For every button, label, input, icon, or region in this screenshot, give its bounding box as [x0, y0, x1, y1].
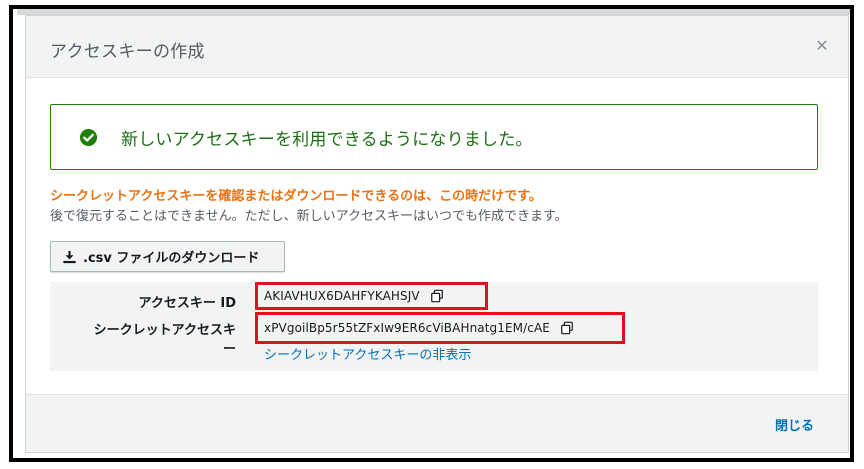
hide-secret-key-link[interactable]: シークレットアクセスキーの非表示: [264, 344, 471, 363]
close-icon[interactable]: ✕: [814, 38, 830, 54]
download-csv-button[interactable]: .csv ファイルのダウンロード: [50, 241, 285, 272]
access-key-id-value[interactable]: AKIAVHUX6DAHFYKAHSJV: [264, 289, 420, 303]
modal-title: アクセスキーの作成: [50, 42, 205, 62]
copy-icon[interactable]: [560, 321, 574, 335]
access-key-id-label: アクセスキー ID: [138, 296, 236, 311]
close-button[interactable]: 閉じる: [775, 415, 814, 434]
access-keys-panel: アクセスキー ID AKIAVHUX6DAHFYKAHSJV シークレットアクセ…: [50, 282, 818, 371]
modal-header: アクセスキーの作成 ✕: [26, 16, 848, 78]
check-circle-icon: [79, 128, 98, 147]
warning-text: シークレットアクセスキーを確認またはダウンロードできるのは、この時だけです。: [50, 189, 542, 204]
secret-key-label-continued: ー: [222, 342, 236, 357]
success-alert: 新しいアクセスキーを利用できるようになりました。: [50, 104, 818, 170]
download-csv-label: .csv ファイルのダウンロード: [83, 251, 260, 266]
download-icon: [63, 250, 76, 263]
secret-key-label: シークレットアクセスキ: [93, 323, 236, 338]
copy-icon[interactable]: [430, 289, 444, 303]
secret-key-value[interactable]: xPVgoilBp5r55tZFxIw9ER6cViBAHnatg1EM/cAE: [264, 321, 550, 335]
modal-footer: 閉じる: [26, 394, 848, 452]
secret-key-box: xPVgoilBp5r55tZFxIw9ER6cViBAHnatg1EM/cAE: [255, 312, 625, 344]
success-message: 新しいアクセスキーを利用できるようになりました。: [121, 130, 533, 150]
info-text: 後で復元することはできません。ただし、新しいアクセスキーはいつでも作成できます。: [50, 209, 568, 224]
access-key-id-box: AKIAVHUX6DAHFYKAHSJV: [255, 282, 488, 310]
create-access-key-modal: アクセスキーの作成 ✕ 新しいアクセスキーを利用できるようになりました。 シーク…: [25, 15, 849, 453]
screenshot-frame: アクセスキーの作成 ✕ 新しいアクセスキーを利用できるようになりました。 シーク…: [9, 5, 854, 462]
